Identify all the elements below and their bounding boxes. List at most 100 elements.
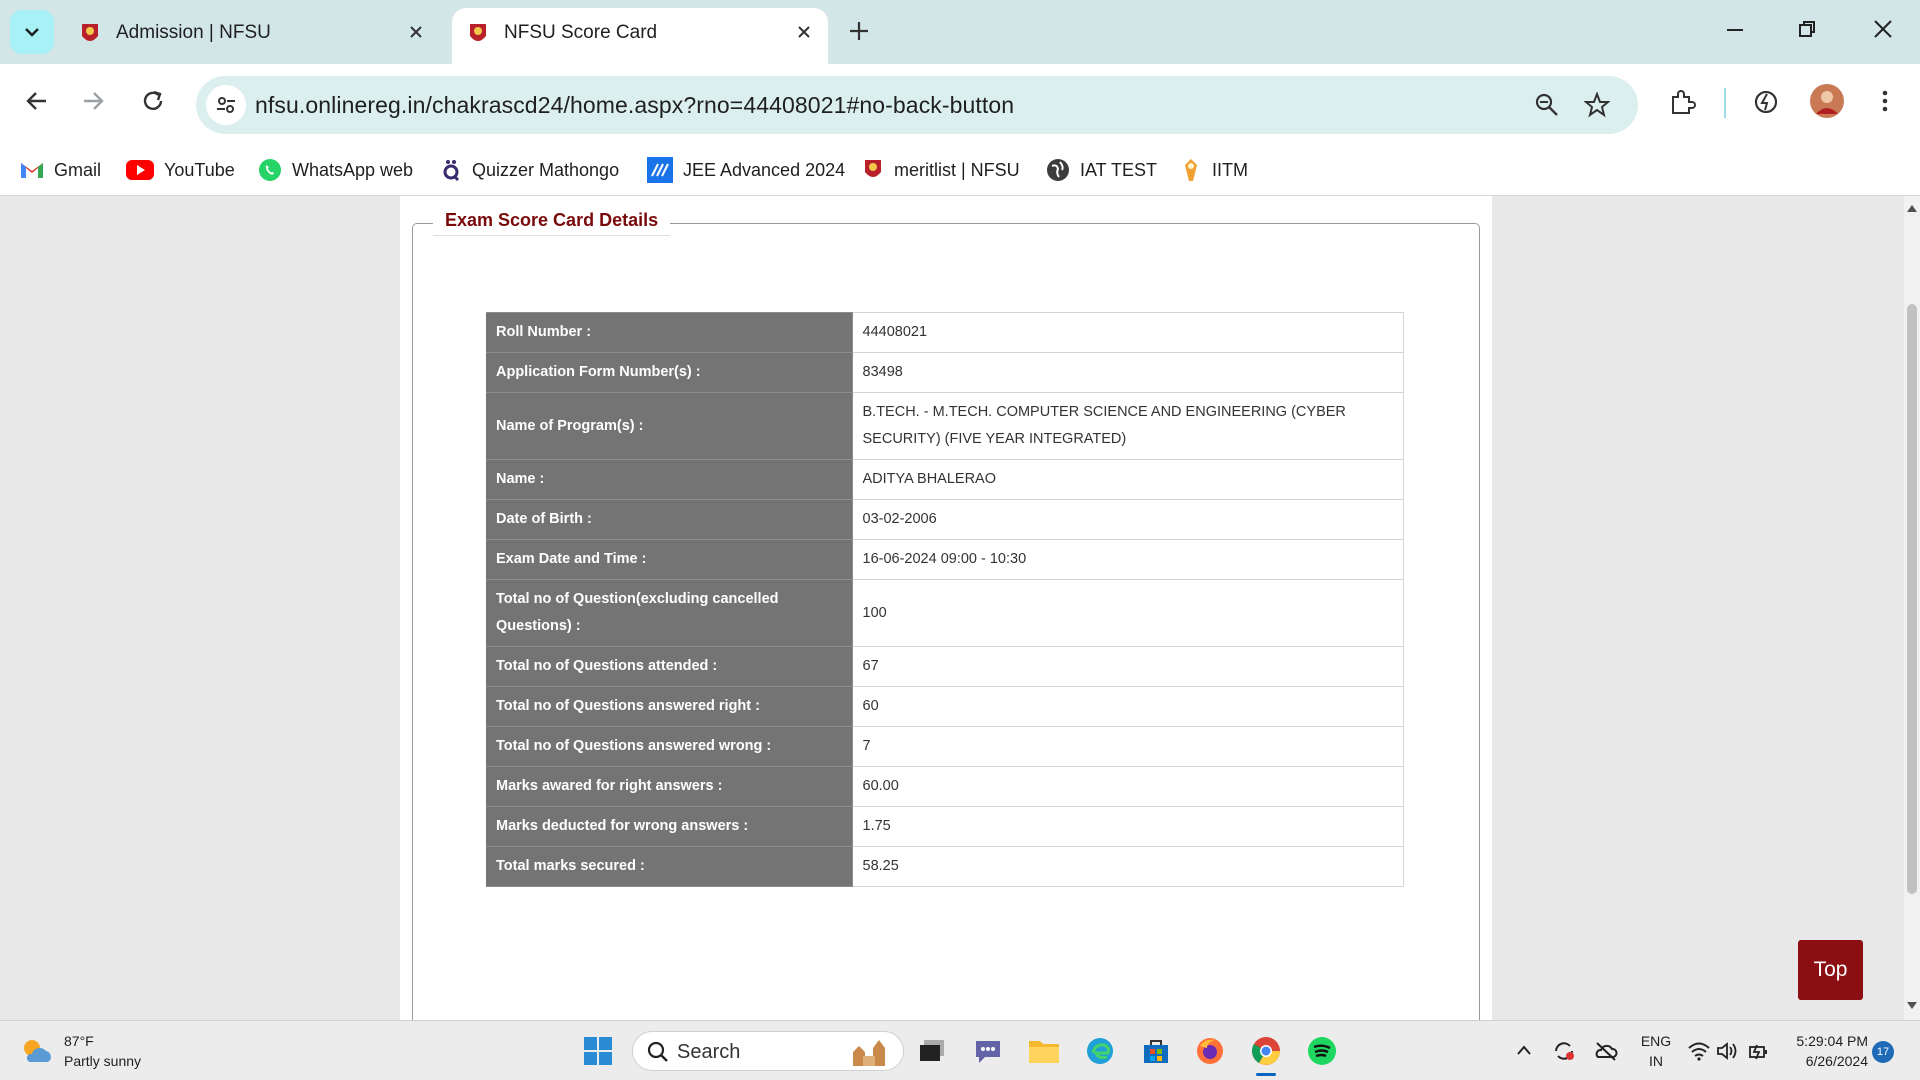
avatar[interactable]: [1810, 84, 1844, 118]
tab-title: Admission | NFSU: [116, 22, 271, 43]
globe-icon: [1047, 159, 1069, 181]
bookmark-meritlist[interactable]: meritlist | NFSU: [862, 152, 1020, 188]
score-label: Exam Date and Time :: [486, 539, 853, 580]
volume-icon[interactable]: [1716, 1041, 1740, 1061]
nfsu-favicon-icon: [82, 24, 98, 41]
restore-icon[interactable]: [1796, 18, 1818, 40]
task-view-button[interactable]: [914, 1033, 950, 1069]
score-value: B.TECH. - M.TECH. COMPUTER SCIENCE AND E…: [851, 392, 1404, 460]
tab-strip: Admission | NFSU NFSU Score Card: [0, 0, 1920, 64]
wifi-icon[interactable]: [1688, 1041, 1710, 1061]
zoom-icon[interactable]: [1534, 92, 1560, 118]
close-tab-icon[interactable]: [408, 24, 424, 40]
reload-icon[interactable]: [140, 88, 166, 114]
score-value: 83498: [851, 352, 1404, 393]
bookmark-iat-test[interactable]: IAT TEST: [1046, 152, 1157, 188]
back-icon[interactable]: [24, 88, 50, 114]
bookmark-label: JEE Advanced 2024: [683, 159, 846, 180]
menu-kebab-icon[interactable]: [1872, 88, 1898, 114]
score-row: Application Form Number(s) :83498: [486, 352, 1404, 393]
scroll-thumb[interactable]: [1907, 304, 1917, 894]
quizzer-icon: [443, 160, 460, 182]
score-row: Total no of Questions attended :67: [486, 646, 1404, 687]
spotify-button[interactable]: [1304, 1033, 1340, 1069]
url-text[interactable]: nfsu.onlinereg.in/chakrascd24/home.aspx?…: [255, 92, 1014, 119]
score-card-table: Roll Number :44408021 Application Form Nu…: [486, 312, 1404, 887]
toolbar-divider: [1724, 88, 1726, 118]
firefox-icon: [1197, 1038, 1223, 1064]
chevron-down-icon: [25, 28, 39, 37]
file-explorer-button[interactable]: [1026, 1033, 1062, 1069]
address-bar[interactable]: nfsu.onlinereg.in/chakrascd24/home.aspx?…: [196, 76, 1638, 134]
taskbar-search[interactable]: Search: [632, 1031, 904, 1071]
close-window-icon[interactable]: [1872, 18, 1894, 40]
page-scrollbar[interactable]: [1904, 196, 1920, 1020]
score-card-legend: Exam Score Card Details: [433, 210, 671, 236]
whatsapp-icon: [259, 159, 281, 181]
active-app-indicator: [1256, 1073, 1276, 1076]
score-row: Marks awared for right answers :60.00: [486, 766, 1404, 807]
nfsu-favicon-icon: [470, 24, 486, 41]
scroll-down-arrow-icon[interactable]: [1907, 1002, 1917, 1010]
score-value: 58.25: [851, 846, 1404, 887]
chevron-up-icon[interactable]: [1516, 1043, 1532, 1057]
nfsu-icon: [865, 160, 881, 177]
bookmark-jee[interactable]: JEE Advanced 2024: [647, 152, 845, 188]
score-value: ADITYA BHALERAO: [851, 459, 1404, 500]
teams-chat-icon: [976, 1041, 1000, 1063]
score-label: Marks deducted for wrong answers :: [486, 806, 853, 847]
taskbar: 87°F Partly sunny Search ENG IN 5:29:04 …: [0, 1020, 1920, 1080]
score-value: 44408021: [851, 312, 1404, 353]
clock[interactable]: 5:29:04 PM 6/26/2024: [1788, 1031, 1868, 1071]
language-indicator[interactable]: ENG IN: [1638, 1031, 1674, 1071]
score-row: Exam Date and Time :16-06-2024 09:00 - 1…: [486, 539, 1404, 580]
task-view-icon: [920, 1040, 944, 1061]
score-label: Total no of Questions attended :: [486, 646, 853, 687]
site-info-button[interactable]: [206, 85, 246, 125]
store-button[interactable]: [1138, 1033, 1174, 1069]
sync-icon[interactable]: [1552, 1039, 1576, 1063]
tab-search-button[interactable]: [10, 10, 54, 54]
weather-widget[interactable]: 87°F Partly sunny: [20, 1031, 141, 1071]
bookmark-label: WhatsApp web: [292, 159, 414, 180]
bookmark-whatsapp[interactable]: WhatsApp web: [258, 152, 413, 188]
score-label: Total no of Questions answered wrong :: [486, 726, 853, 767]
score-label: Marks awared for right answers :: [486, 766, 853, 807]
scroll-up-arrow-icon[interactable]: [1907, 204, 1917, 212]
notification-badge[interactable]: 17: [1872, 1041, 1894, 1063]
bookmark-iitm[interactable]: IITM: [1180, 152, 1248, 188]
score-row: Total no of Questions answered wrong :7: [486, 726, 1404, 767]
close-tab-icon[interactable]: [796, 24, 812, 40]
extensions-icon[interactable]: [1668, 88, 1696, 116]
tab-admission[interactable]: Admission | NFSU: [64, 8, 444, 64]
region-code: IN: [1649, 1053, 1663, 1069]
search-highlight-icon: [853, 1040, 885, 1066]
tune-icon: [217, 97, 235, 113]
bookmark-quizzer[interactable]: Quizzer Mathongo: [440, 152, 619, 188]
tab-score-card[interactable]: NFSU Score Card: [452, 8, 828, 64]
clock-date: 6/26/2024: [1805, 1053, 1868, 1069]
bookmark-youtube[interactable]: YouTube: [126, 152, 235, 188]
edge-button[interactable]: [1082, 1033, 1118, 1069]
top-button[interactable]: Top: [1798, 940, 1863, 1000]
bookmark-star-icon[interactable]: [1584, 92, 1610, 118]
start-button[interactable]: [580, 1033, 616, 1069]
edge-icon: [1087, 1038, 1113, 1064]
minimize-icon[interactable]: [1724, 18, 1746, 40]
score-value: 60: [851, 686, 1404, 727]
score-label: Total no of Questions answered right :: [486, 686, 853, 727]
bookmark-gmail[interactable]: Gmail: [20, 152, 101, 188]
performance-icon[interactable]: [1752, 88, 1780, 116]
battery-charging-icon[interactable]: [1748, 1041, 1770, 1063]
score-row: Total marks secured :58.25: [486, 846, 1404, 887]
new-tab-icon[interactable]: [848, 20, 870, 42]
bookmark-label: IAT TEST: [1080, 159, 1158, 180]
teams-chat-button[interactable]: [970, 1033, 1006, 1069]
firefox-button[interactable]: [1192, 1033, 1228, 1069]
onedrive-offline-icon[interactable]: [1594, 1041, 1618, 1061]
clock-time: 5:29:04 PM: [1796, 1033, 1868, 1049]
score-label: Roll Number :: [486, 312, 853, 353]
forward-icon[interactable]: [80, 88, 106, 114]
chrome-button[interactable]: [1248, 1033, 1284, 1069]
jee-icon: [647, 157, 673, 183]
